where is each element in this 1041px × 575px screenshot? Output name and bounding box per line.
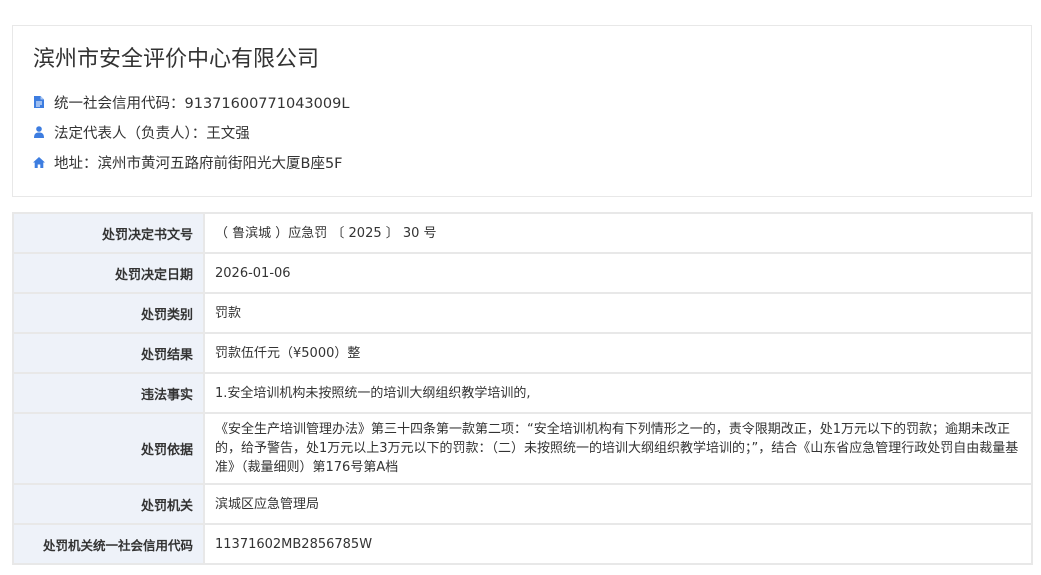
decision-number-value: （ 鲁滨城 ）应急罚 〔 2025 〕 30 号 — [203, 212, 1033, 254]
authority-credit-code-value: 11371602MB2856785W — [203, 523, 1033, 565]
row-label: 处罚机关 — [12, 483, 205, 525]
table-row: 违法事实 1.安全培训机构未按照统一的培训大纲组织教学培训的, — [12, 372, 1033, 414]
credit-code-row: 统一社会信用代码：91371600771043009L — [33, 91, 349, 113]
row-label: 处罚结果 — [12, 332, 205, 374]
violation-facts-value: 1.安全培训机构未按照统一的培训大纲组织教学培训的, — [203, 372, 1033, 414]
row-label: 处罚依据 — [12, 412, 205, 485]
company-name: 滨州市安全评价中心有限公司 — [33, 47, 320, 72]
credit-code-text: 统一社会信用代码：91371600771043009L — [54, 95, 350, 112]
address-text: 地址：滨州市黄河五路府前街阳光大厦B座5F — [54, 155, 343, 172]
authority-value: 滨城区应急管理局 — [203, 483, 1033, 525]
table-row: 处罚机关 滨城区应急管理局 — [12, 483, 1033, 525]
row-label: 处罚决定日期 — [12, 252, 205, 294]
row-label: 处罚决定书文号 — [12, 212, 205, 254]
user-icon — [33, 125, 45, 139]
legal-rep-row: 法定代表人（负责人）：王文强 — [33, 121, 250, 143]
penalty-result-value: 罚款伍仟元（¥5000）整 — [203, 332, 1033, 374]
company-card: 滨州市安全评价中心有限公司 统一社会信用代码：91371600771043009… — [12, 25, 1032, 197]
home-icon — [33, 155, 45, 169]
legal-rep-text: 法定代表人（负责人）：王文强 — [54, 125, 250, 142]
row-label: 处罚机关统一社会信用代码 — [12, 523, 205, 565]
table-row: 处罚决定书文号 （ 鲁滨城 ）应急罚 〔 2025 〕 30 号 — [12, 212, 1033, 254]
address-row: 地址：滨州市黄河五路府前街阳光大厦B座5F — [33, 151, 343, 173]
document-icon — [33, 95, 45, 109]
penalty-type-value: 罚款 — [203, 292, 1033, 334]
penalty-table: 处罚决定书文号 （ 鲁滨城 ）应急罚 〔 2025 〕 30 号 处罚决定日期 … — [12, 212, 1033, 565]
table-row: 处罚决定日期 2026-01-06 — [12, 252, 1033, 294]
table-row: 处罚类别 罚款 — [12, 292, 1033, 334]
penalty-basis-value: 《安全生产培训管理办法》第三十四条第一款第二项：“安全培训机构有下列情形之一的，… — [203, 412, 1033, 485]
table-row: 处罚机关统一社会信用代码 11371602MB2856785W — [12, 523, 1033, 565]
table-row: 处罚依据 《安全生产培训管理办法》第三十四条第一款第二项：“安全培训机构有下列情… — [12, 412, 1033, 485]
table-row: 处罚结果 罚款伍仟元（¥5000）整 — [12, 332, 1033, 374]
row-label: 处罚类别 — [12, 292, 205, 334]
decision-date-value: 2026-01-06 — [203, 252, 1033, 294]
row-label: 违法事实 — [12, 372, 205, 414]
